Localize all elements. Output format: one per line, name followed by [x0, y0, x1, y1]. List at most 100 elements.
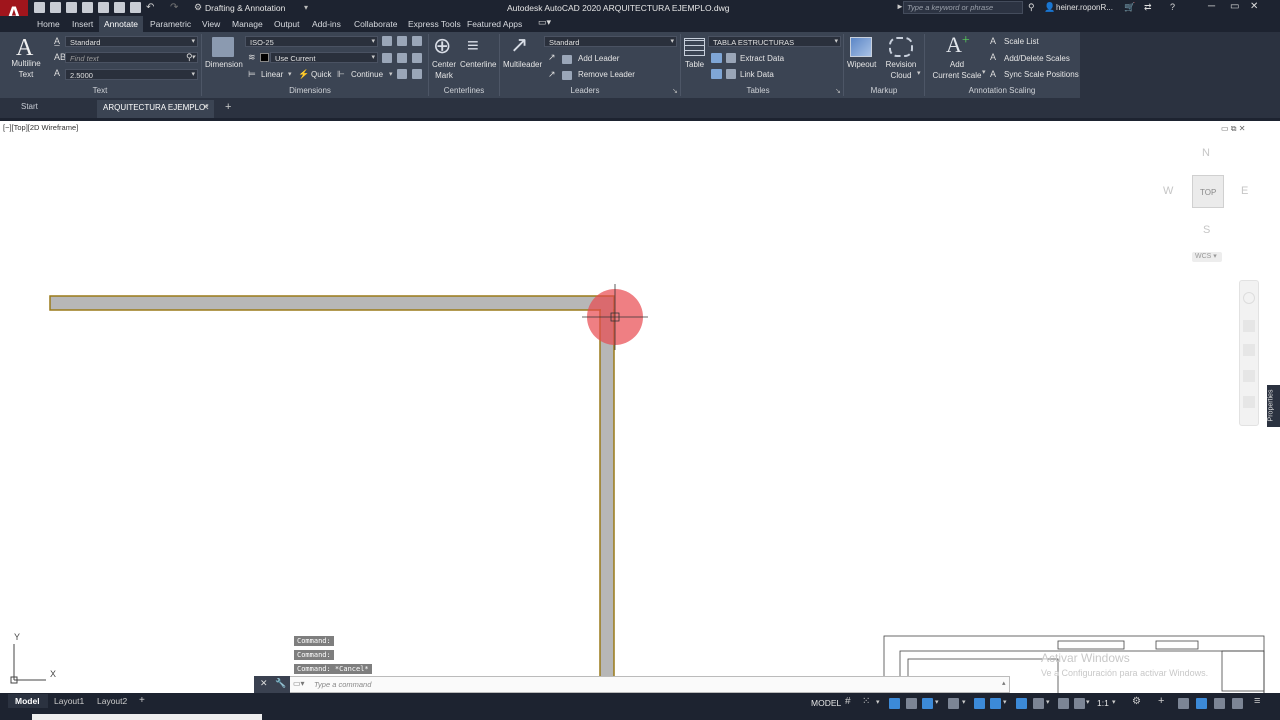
isodraft-dropdown-icon[interactable]: ▾ [962, 699, 966, 706]
panel-title-leaders[interactable]: Leaders [550, 87, 620, 95]
text-height-dropdown[interactable]: 2.5000 [65, 69, 198, 80]
center-mark-button[interactable]: Center Mark [431, 61, 457, 80]
dynamic-input-icon[interactable] [906, 698, 917, 709]
annotation-visibility-icon[interactable] [1058, 698, 1069, 709]
workspace-switcher[interactable]: Drafting & Annotation [205, 4, 285, 13]
revision-cloud-button[interactable]: Revision Cloud [884, 61, 918, 80]
properties-palette-tab[interactable]: Properties [1267, 385, 1280, 427]
tables-dialog-launcher-icon[interactable]: ↘ [835, 88, 841, 95]
multileader-button[interactable]: Multileader [503, 61, 542, 69]
horizontal-wall[interactable] [49, 295, 615, 311]
isodraft-icon[interactable] [948, 698, 959, 709]
annotation-monitor-icon[interactable]: + [1158, 696, 1164, 707]
ortho-icon[interactable] [922, 698, 933, 709]
revision-cloud-dropdown-icon[interactable]: ▾ [917, 70, 921, 77]
auto-scale-icon[interactable] [1074, 698, 1085, 709]
tab-collaborate[interactable]: Collaborate [354, 20, 397, 29]
snap-dropdown-icon[interactable]: ▾ [876, 699, 880, 706]
maximize-icon[interactable]: ▭ [1230, 2, 1239, 12]
web-mobile-icon[interactable] [98, 2, 109, 13]
lineweight-icon[interactable] [1016, 698, 1027, 709]
sync-scale-positions-button[interactable]: Sync Scale Positions [1004, 71, 1079, 79]
quick-button[interactable]: Quick [311, 71, 331, 79]
multiline-text-button[interactable]: Multiline Text [8, 60, 44, 79]
add-scale-dropdown-icon[interactable]: ▾ [982, 69, 986, 76]
help-search-input[interactable]: Type a keyword or phrase [903, 1, 1023, 14]
tab-arquitectura-ejemplo[interactable]: ARQUITECTURA EJEMPLO* ✕ [97, 100, 214, 118]
snap-icon[interactable]: ⁙ [862, 697, 870, 707]
table-style-dropdown[interactable]: TABLA ESTRUCTURAS [708, 36, 841, 47]
dim-tool-3-icon[interactable] [412, 36, 422, 46]
tab-insert[interactable]: Insert [72, 20, 93, 29]
polar-dropdown-icon[interactable]: ▾ [935, 699, 939, 706]
help-icon[interactable]: ? [1170, 3, 1175, 12]
panel-title-markup[interactable]: Markup [852, 87, 916, 95]
tab-home[interactable]: Home [37, 20, 60, 29]
pan-icon[interactable] [1243, 320, 1255, 332]
redo-icon[interactable]: ↷ [170, 3, 178, 13]
vertical-wall[interactable] [599, 309, 615, 693]
linear-button[interactable]: Linear [261, 71, 283, 79]
infer-constraints-icon[interactable] [889, 698, 900, 709]
add-leader-button[interactable]: Add Leader [578, 55, 619, 63]
panel-title-text[interactable]: Text [60, 87, 140, 95]
tab-parametric[interactable]: Parametric [150, 20, 191, 29]
add-current-scale-button[interactable]: Add Current Scale [930, 61, 984, 80]
remove-leader-button[interactable]: Remove Leader [578, 71, 635, 79]
centerline-button[interactable]: Centerline [460, 61, 496, 69]
showmotion-icon[interactable] [1243, 396, 1255, 408]
exchange-icon[interactable]: ⇄ [1144, 3, 1152, 12]
undo-icon[interactable]: ↶ [146, 3, 154, 13]
linear-dropdown-icon[interactable]: ▾ [288, 71, 292, 78]
tab-layout1[interactable]: Layout1 [54, 697, 84, 706]
workspace-switching-icon[interactable]: ⚙ [1132, 697, 1141, 707]
panel-title-dimensions[interactable]: Dimensions [270, 87, 350, 95]
tab-view[interactable]: View [202, 20, 220, 29]
annotation-scale-dropdown-icon[interactable]: ▾ [1112, 699, 1116, 706]
tab-start[interactable]: Start [21, 102, 38, 111]
user-account[interactable]: heiner.roponR... [1056, 4, 1113, 12]
ribbon-toggle-icon[interactable]: ▭▾ [538, 18, 551, 27]
dim-tool-8-icon[interactable] [412, 69, 422, 79]
grid-icon[interactable]: # [845, 697, 851, 707]
new-layout-plus-icon[interactable]: + [139, 696, 145, 706]
continue-button[interactable]: Continue [351, 71, 383, 79]
leaders-dialog-launcher-icon[interactable]: ↘ [672, 88, 678, 95]
tab-manage[interactable]: Manage [232, 20, 263, 29]
units-icon[interactable] [1178, 698, 1189, 709]
dim-tool-4-icon[interactable] [382, 53, 392, 63]
panel-title-tables[interactable]: Tables [730, 87, 786, 95]
binoculars-icon[interactable]: ⚲ [1028, 3, 1035, 12]
orbit-icon[interactable] [1243, 370, 1255, 382]
tab-output[interactable]: Output [274, 20, 300, 29]
print-icon[interactable] [130, 2, 141, 13]
cart-icon[interactable]: 🛒 [1124, 3, 1135, 12]
tab-express-tools[interactable]: Express Tools [408, 20, 461, 29]
find-search-icon[interactable]: ⚲ [186, 53, 193, 62]
dim-style-dropdown[interactable]: ISO-25 [245, 36, 378, 47]
text-style-dropdown[interactable]: Standard [65, 36, 198, 47]
dim-tool-7-icon[interactable] [397, 69, 407, 79]
table-button[interactable]: Table [685, 61, 704, 69]
dim-tool-2-icon[interactable] [397, 36, 407, 46]
transparency-icon[interactable] [1033, 698, 1044, 709]
viewcube-west[interactable]: W [1163, 186, 1173, 197]
viewcube-north[interactable]: N [1202, 148, 1210, 159]
selection-cycling-dropdown-icon[interactable]: ▾ [1046, 699, 1050, 706]
link-data-button[interactable]: Link Data [740, 71, 774, 79]
leader-style-dropdown[interactable]: Standard [544, 36, 677, 47]
tab-featured-apps[interactable]: Featured Apps [467, 20, 522, 29]
command-input[interactable]: Type a command [314, 681, 371, 689]
save-as-icon[interactable] [82, 2, 93, 13]
save-icon[interactable] [66, 2, 77, 13]
dim-tool-6-icon[interactable] [412, 53, 422, 63]
dim-tool-5-icon[interactable] [397, 53, 407, 63]
dim-layer-dropdown[interactable]: Use Current [270, 52, 378, 63]
viewcube-south[interactable]: S [1203, 225, 1210, 236]
customization-menu-icon[interactable]: ≡ [1254, 696, 1260, 707]
wipeout-button[interactable]: Wipeout [847, 61, 876, 69]
tab-annotate[interactable]: Annotate [99, 16, 144, 32]
drawing-canvas[interactable] [0, 121, 1280, 693]
osnap-dropdown-icon[interactable]: ▾ [1003, 699, 1007, 706]
close-command-line-icon[interactable]: ✕ [260, 679, 268, 688]
